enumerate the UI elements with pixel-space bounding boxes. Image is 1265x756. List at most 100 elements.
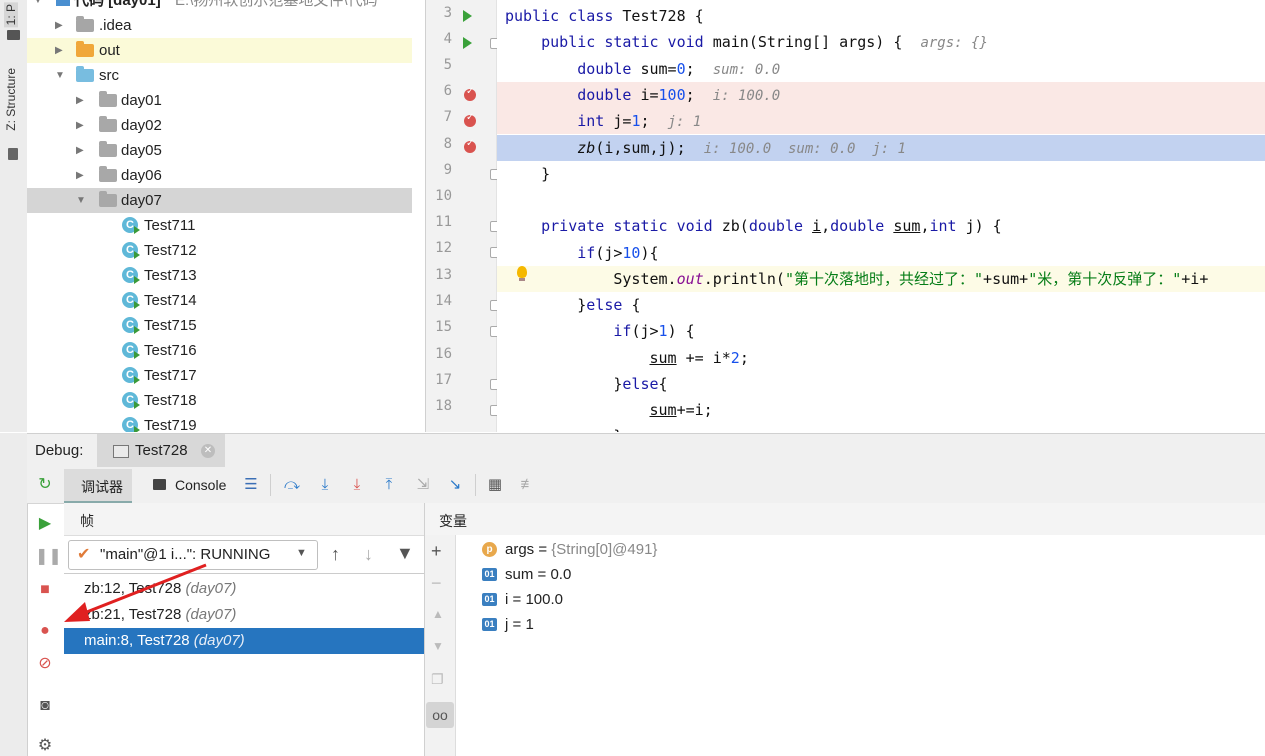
code-editor[interactable]: public class Test728 { public static voi… [497, 0, 1265, 432]
tree-root-row[interactable]: ▼ 代码 [day01] E:\扬州软创示范基地文件\代码 [27, 0, 412, 13]
tab-debugger[interactable]: 调试器 [64, 469, 132, 503]
tree-item-label: Test716 [144, 342, 197, 359]
camera-icon[interactable]: ◙ [35, 696, 55, 716]
rerun-icon[interactable]: ↻ [35, 475, 55, 495]
move-down-icon[interactable]: ▼ [432, 639, 444, 653]
variable-name: args [505, 541, 535, 558]
show-execution-point-icon[interactable]: ⤼ [282, 475, 302, 495]
gear-icon[interactable]: ⚙ [35, 736, 55, 756]
tree-item-label: Test714 [144, 292, 197, 309]
mute-breakpoints-icon[interactable]: ⊘ [35, 654, 55, 674]
resume-icon[interactable]: ▶ [35, 514, 55, 534]
line-number: 8 [443, 136, 452, 152]
debug-session-tab[interactable]: Test728 ✕ [97, 434, 225, 468]
class-icon: C [122, 317, 140, 334]
breakpoint-icon[interactable] [464, 138, 476, 153]
chevron-right-icon[interactable]: ▶ [76, 113, 84, 138]
copy-icon[interactable]: ❐ [431, 671, 444, 688]
tree-item-label: day06 [121, 167, 162, 184]
add-watch-icon[interactable]: + [431, 541, 442, 562]
chevron-down-icon[interactable]: ▼ [76, 188, 86, 213]
step-out-icon[interactable]: ⤒ [379, 475, 399, 495]
debug-title: Debug: [35, 442, 84, 459]
code-line: sum += i*2; [649, 349, 749, 367]
evaluate-expression-icon[interactable]: ▦ [485, 475, 505, 495]
arrow-down-icon[interactable]: ↓ [364, 544, 373, 565]
code-line: public static void main(String[] args) {… [541, 33, 988, 51]
frames-header: 帧 [64, 503, 424, 536]
line-number: 6 [443, 83, 452, 99]
chevron-right-icon[interactable]: ▶ [76, 163, 84, 188]
tree-item-class[interactable]: C Test712 [27, 238, 412, 263]
tab-console[interactable]: Console [145, 469, 235, 501]
line-number: 10 [435, 188, 452, 204]
chevron-down-icon[interactable]: ▼ [296, 547, 307, 559]
breakpoint-icon[interactable] [464, 112, 476, 127]
structure-tool-tab[interactable]: Z: Structure [4, 68, 18, 131]
drop-frame-icon[interactable]: ⇲ [413, 475, 433, 495]
tree-item-day01[interactable]: ▶ day01 [27, 88, 412, 113]
code-line: sum+=i; [649, 401, 713, 419]
chevron-down-icon[interactable]: ▼ [33, 0, 43, 13]
chevron-right-icon[interactable]: ▶ [76, 88, 84, 113]
tab-debugger-label: 调试器 [81, 479, 123, 495]
variable-value: 1 [525, 616, 534, 633]
tree-item-class[interactable]: C Test711 [27, 213, 412, 238]
breakpoint-icon[interactable] [464, 86, 476, 101]
tree-item-src[interactable]: ▼ src [27, 63, 412, 88]
step-over-icon[interactable]: ⤓ [315, 475, 335, 495]
annotation-arrow [64, 563, 207, 622]
tree-item-label: .idea [99, 17, 132, 34]
folder-icon [76, 41, 94, 57]
code-line: public class Test728 { [505, 7, 704, 25]
project-tool-tab[interactable]: 1: P [4, 2, 18, 28]
lightbulb-icon[interactable] [517, 266, 527, 281]
tree-item-class[interactable]: C Test713 [27, 263, 412, 288]
move-up-icon[interactable]: ▲ [432, 607, 444, 621]
tree-item-class[interactable]: C Test715 [27, 313, 412, 338]
tree-item-day05[interactable]: ▶ day05 [27, 138, 412, 163]
tree-item-out[interactable]: ▶ out [27, 38, 412, 63]
class-icon: C [122, 267, 140, 284]
step-into-icon[interactable]: ⤓ [347, 475, 367, 495]
tree-item-idea[interactable]: ▶ .idea [27, 13, 412, 38]
variable-name: sum [505, 566, 534, 583]
inline-debug-hint: sum: 0.0 [712, 62, 781, 78]
line-number: 13 [435, 267, 452, 283]
tree-item-day06[interactable]: ▶ day06 [27, 163, 412, 188]
class-icon: C [122, 417, 140, 432]
close-icon[interactable]: ✕ [201, 444, 215, 458]
parameter-icon: p [482, 542, 497, 557]
module-icon [56, 0, 70, 6]
breakpoint-line: int j=1; j: 1 [497, 108, 1265, 134]
chevron-right-icon[interactable]: ▶ [76, 138, 84, 163]
variables-header-label: 变量 [439, 513, 467, 529]
menu-icon[interactable]: ☰ [241, 475, 261, 495]
line-number: 12 [435, 240, 452, 256]
filter-icon[interactable]: ▼ [396, 543, 414, 564]
run-gutter-icon[interactable] [463, 10, 472, 22]
chevron-right-icon[interactable]: ▶ [55, 38, 63, 63]
tree-item-class[interactable]: C Test714 [27, 288, 412, 313]
trace-icon[interactable]: ≢ [518, 475, 538, 495]
tree-item-class[interactable]: C Test716 [27, 338, 412, 363]
tree-item-day07[interactable]: ▼ day07 [27, 188, 412, 213]
remove-watch-icon[interactable]: − [431, 573, 442, 594]
editor-gutter: 3 4 5 6 7 8 9 10 11 12 13 14 15 16 17 18 [426, 0, 501, 432]
tree-item-class[interactable]: C Test718 [27, 388, 412, 413]
arrow-up-icon[interactable]: ↑ [331, 544, 340, 565]
code-line: if(j>1) { [613, 322, 695, 340]
inline-debug-hint: args: {} [920, 35, 988, 51]
chevron-right-icon[interactable]: ▶ [55, 13, 63, 38]
folder-icon [76, 16, 94, 32]
chevron-down-icon[interactable]: ▼ [55, 63, 65, 88]
tree-item-label: Test711 [144, 217, 196, 234]
caret-line: System.out.println("第十次落地时，共经过了："+sum+"米… [497, 266, 1265, 292]
run-to-cursor-icon[interactable]: ↘ [445, 475, 465, 495]
tree-item-class[interactable]: C Test719 [27, 413, 412, 432]
tree-item-day02[interactable]: ▶ day02 [27, 113, 412, 138]
tree-item-label: Test717 [144, 367, 197, 384]
run-gutter-icon[interactable] [463, 37, 472, 49]
glasses-icon[interactable]: oo [426, 702, 454, 728]
tree-item-class[interactable]: C Test717 [27, 363, 412, 388]
